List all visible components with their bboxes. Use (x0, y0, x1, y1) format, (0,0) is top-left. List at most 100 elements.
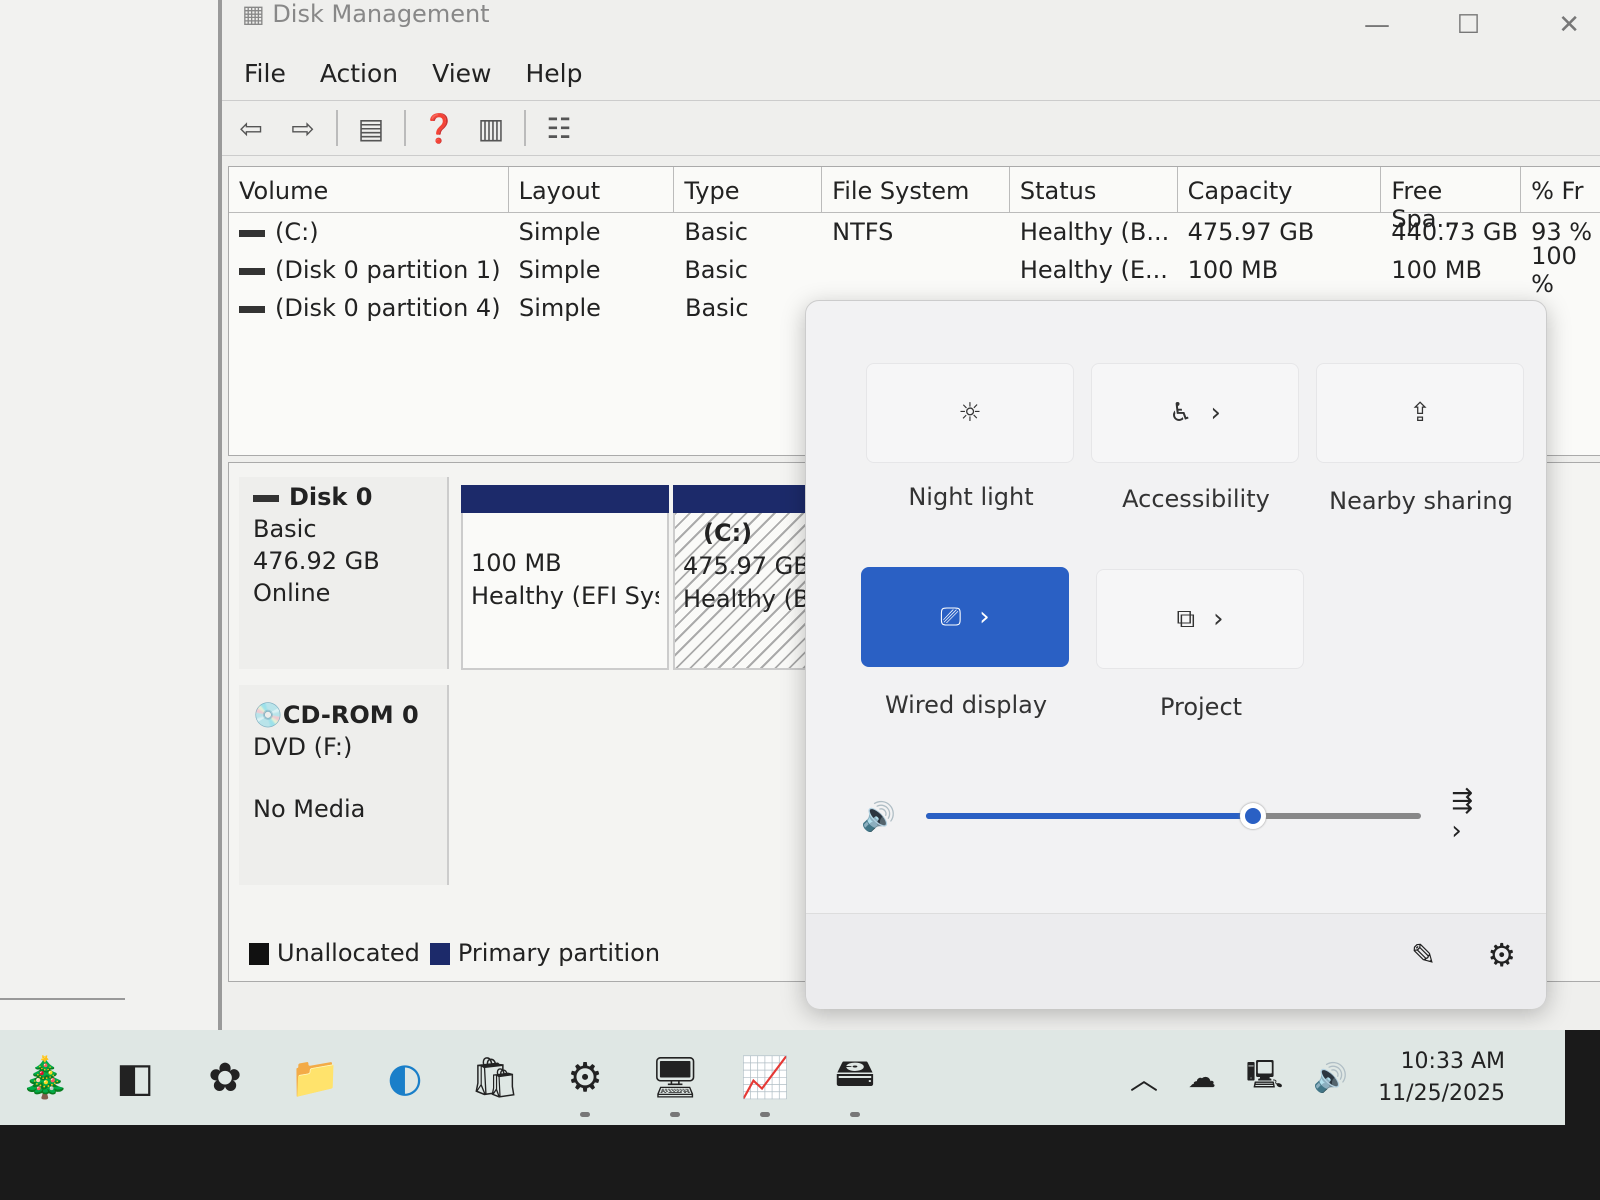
disk-icon (253, 494, 279, 502)
chevron-right-icon[interactable]: › (1210, 398, 1220, 428)
file-explorer-icon[interactable]: 📁 (270, 1033, 360, 1123)
tile-label: Wired display (884, 691, 1048, 719)
cell: 100 MB (1391, 256, 1482, 284)
menu-view[interactable]: View (432, 59, 491, 88)
left-pane (0, 0, 235, 1030)
store-icon[interactable]: 🛍 (450, 1033, 540, 1123)
clock[interactable]: 10:33 AM 11/25/2025 (1378, 1046, 1505, 1110)
unallocated-swatch (249, 943, 269, 965)
cell: 100 % (1531, 242, 1577, 298)
help-icon[interactable]: ❓ (420, 111, 458, 145)
col-percent-free[interactable]: % Fr (1521, 167, 1600, 212)
col-capacity[interactable]: Capacity (1178, 167, 1382, 212)
cell: 100 MB (1187, 256, 1279, 284)
cell: Basic (684, 256, 748, 284)
volume-control: 🔊 ⇶ › (861, 786, 1491, 846)
cell: (Disk 0 partition 1) (275, 256, 501, 284)
table-header: Volume Layout Type File System Status Ca… (229, 167, 1600, 233)
widgets-icon[interactable]: 🎄 (0, 1033, 90, 1123)
separator (524, 110, 526, 146)
cell: (Disk 0 partition 4) (275, 294, 501, 322)
partition-efi[interactable]: 100 MB Healthy (EFI Sys (461, 485, 669, 670)
copilot-icon[interactable]: ✿ (180, 1033, 270, 1123)
cast-icon: ⎚ (940, 601, 962, 632)
nearby-sharing-tile[interactable]: ⇪ (1316, 363, 1524, 463)
title-text: Disk Management (272, 0, 490, 28)
legend: Unallocated Primary partition (249, 939, 660, 967)
table-row[interactable]: (C:) Simple Basic NTFS Healthy (B... 475… (229, 213, 1600, 251)
drive-icon (239, 305, 265, 313)
settings-icon[interactable]: ⚙ (540, 1033, 630, 1123)
performance-monitor-icon[interactable]: 📈 (720, 1033, 810, 1123)
col-layout[interactable]: Layout (509, 167, 675, 212)
window-title: ▦ Disk Management (242, 0, 490, 28)
table-row[interactable]: (Disk 0 partition 1) Simple Basic Health… (229, 242, 1600, 298)
accessibility-tile[interactable]: ♿ › (1091, 363, 1299, 463)
disk-name: CD-ROM 0 (282, 701, 419, 729)
computer-management-icon[interactable]: 🖥 (630, 1033, 720, 1123)
drive-icon (239, 267, 265, 275)
chevron-right-icon[interactable]: › (979, 602, 989, 632)
separator (404, 110, 406, 146)
cell: Simple (518, 256, 601, 284)
menu-action[interactable]: Action (320, 59, 398, 88)
wired-display-tile[interactable]: ⎚ › (861, 567, 1069, 667)
col-type[interactable]: Type (674, 167, 823, 212)
accessibility-icon: ♿ (1169, 398, 1193, 428)
disk-name: Disk 0 (289, 483, 373, 511)
cdrom-icon: 💿 (253, 701, 283, 729)
menu-help[interactable]: Help (525, 59, 582, 88)
quick-settings-footer: ✎ ⚙ (806, 913, 1546, 1009)
edit-pencil-icon[interactable]: ✎ (1411, 938, 1436, 973)
cdrom-0-label[interactable]: 💿CD-ROM 0 DVD (F:) No Media (239, 685, 449, 885)
disk-management-icon[interactable]: 🖴 (810, 1033, 900, 1123)
back-arrow-icon[interactable]: ⇦ (232, 111, 270, 145)
volume-knob[interactable] (1239, 803, 1266, 829)
tile-label: Nearby sharing (1329, 487, 1513, 515)
task-view-icon[interactable]: ◧ (90, 1033, 180, 1123)
network-wired-icon[interactable]: 🖳 (1246, 1054, 1283, 1102)
onedrive-offline-icon[interactable]: ☁ (1188, 1061, 1216, 1094)
edge-icon[interactable]: ◐ (360, 1033, 450, 1123)
cell: 475.97 GB (1187, 218, 1315, 246)
night-light-tile[interactable]: ☼ (866, 363, 1074, 463)
col-volume[interactable]: Volume (229, 167, 509, 212)
disk-state: Online (253, 579, 331, 607)
col-file-system[interactable]: File System (822, 167, 1010, 212)
cell: Basic (685, 294, 749, 322)
share-icon: ⇪ (1409, 398, 1431, 428)
drive-icon (239, 229, 265, 237)
speaker-icon[interactable]: 🔊 (861, 800, 896, 833)
volume-icon[interactable]: 🔊 (1313, 1061, 1348, 1094)
menu-file[interactable]: File (244, 59, 286, 88)
col-status[interactable]: Status (1010, 167, 1178, 212)
tile-label: Night light (908, 483, 1034, 511)
legend-label: Unallocated (277, 939, 420, 967)
minimize-button[interactable]: — (1364, 10, 1390, 40)
tile-label: Accessibility (1122, 485, 1270, 513)
show-hide-tree-icon[interactable]: ▤ (352, 111, 390, 145)
action-pane-icon[interactable]: ▥ (472, 111, 510, 145)
project-icon: ⧉ (1176, 603, 1196, 634)
maximize-button[interactable]: ☐ (1457, 10, 1480, 40)
cell: Basic (684, 218, 748, 246)
brightness-icon: ☼ (958, 398, 982, 428)
forward-arrow-icon[interactable]: ⇨ (284, 111, 322, 145)
audio-output-icon[interactable]: ⇶ › (1451, 786, 1491, 846)
col-free-space[interactable]: Free Spa... (1381, 167, 1522, 233)
cell: Healthy (E... (1019, 256, 1168, 284)
disk-state: No Media (253, 795, 366, 823)
tile-label: Project (1159, 693, 1243, 721)
volume-slider[interactable] (925, 803, 1422, 829)
scrollbar[interactable] (0, 998, 125, 1000)
chevron-up-icon[interactable]: ︿ (1130, 1058, 1158, 1098)
properties-icon[interactable]: ☷ (540, 111, 578, 145)
project-tile[interactable]: ⧉ › (1096, 569, 1304, 669)
cell: NTFS (832, 218, 894, 246)
settings-gear-icon[interactable]: ⚙ (1487, 936, 1516, 974)
close-button[interactable]: ✕ (1558, 10, 1580, 40)
disk-0-label[interactable]: Disk 0 Basic 476.92 GB Online (239, 477, 449, 669)
chevron-right-icon[interactable]: › (1213, 604, 1223, 634)
disk-size: 476.92 GB (253, 547, 380, 575)
primary-partition-bar (461, 485, 669, 513)
